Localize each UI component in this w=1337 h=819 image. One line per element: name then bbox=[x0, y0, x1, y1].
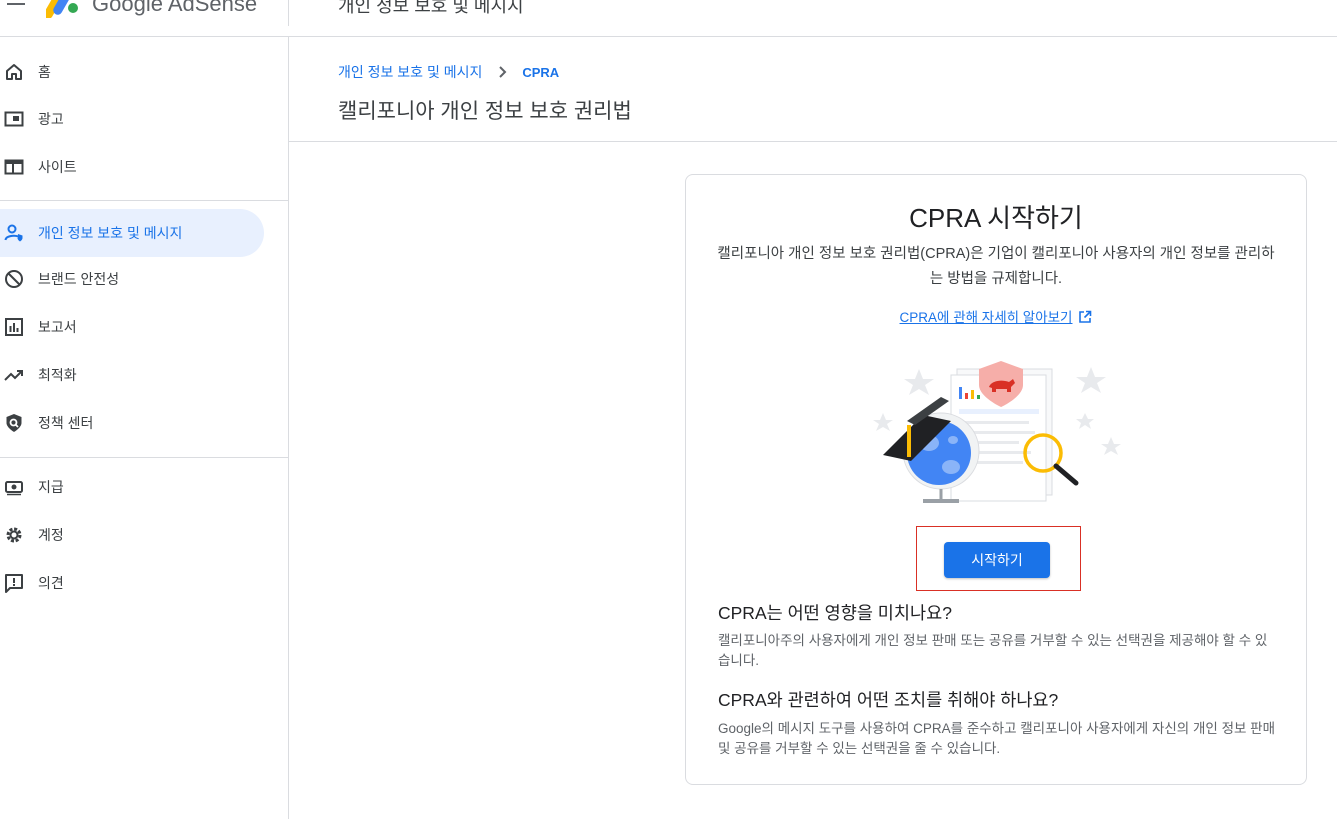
open-in-new-icon bbox=[1078, 310, 1092, 327]
breadcrumb-parent-link[interactable]: 개인 정보 보호 및 메시지 bbox=[338, 62, 482, 82]
sidebar: 홈 광고 사이트 개인 정보 보호 및 메시지 브랜드 안전성 보고서 최적화 … bbox=[0, 37, 289, 819]
learn-more-link-label: CPRA에 관해 자세히 알아보기 bbox=[899, 310, 1073, 325]
sidebar-item-brand-safety[interactable]: 브랜드 안전성 bbox=[0, 255, 264, 303]
faq-question-impact: CPRA는 어떤 영향을 미치나요? bbox=[718, 603, 952, 623]
adsense-logo-icon[interactable] bbox=[43, 0, 80, 19]
block-icon bbox=[4, 269, 24, 289]
sidebar-item-policy-center[interactable]: 정책 센터 bbox=[0, 399, 264, 447]
sidebar-item-feedback[interactable]: 의견 bbox=[0, 559, 264, 607]
ads-icon bbox=[4, 109, 24, 129]
sidebar-item-label: 홈 bbox=[38, 64, 51, 80]
sidebar-item-label: 계정 bbox=[38, 527, 64, 543]
sidebar-item-payments[interactable]: 지급 bbox=[0, 463, 264, 511]
cpra-illustration bbox=[861, 355, 1131, 505]
privacy-messaging-icon bbox=[4, 223, 24, 243]
faq-question-action: CPRA와 관련하여 어떤 조치를 취해야 하나요? bbox=[718, 690, 1059, 710]
sidebar-item-label: 보고서 bbox=[38, 319, 77, 335]
card-description: 캘리포니아 개인 정보 보호 권리법(CPRA)은 기업이 캘리포니아 사용자의… bbox=[717, 246, 1275, 287]
menu-icon[interactable] bbox=[5, 0, 27, 14]
faq-answer-action: Google의 메시지 도구를 사용하여 CPRA를 준수하고 캘리포니아 사용… bbox=[718, 721, 1275, 756]
sidebar-item-sites[interactable]: 사이트 bbox=[0, 143, 264, 191]
sidebar-item-label: 광고 bbox=[38, 111, 64, 127]
faq-answer-impact: 캘리포니아주의 사용자에게 개인 정보 판매 또는 공유를 거부할 수 있는 선… bbox=[718, 633, 1268, 668]
chevron-right-icon bbox=[496, 65, 510, 79]
sidebar-item-account[interactable]: 계정 bbox=[0, 511, 264, 559]
header-divider bbox=[288, 0, 289, 26]
breadcrumb-current: CPRA bbox=[522, 64, 560, 80]
breadcrumb: 개인 정보 보호 및 메시지 CPRA bbox=[338, 62, 559, 82]
cpra-start-card: CPRA 시작하기 캘리포니아 개인 정보 보호 권리법(CPRA)은 기업이 … bbox=[685, 174, 1307, 785]
sidebar-item-label: 최적화 bbox=[38, 367, 77, 383]
sidebar-item-privacy-messaging[interactable]: 개인 정보 보호 및 메시지 bbox=[0, 209, 264, 257]
sites-icon bbox=[4, 157, 24, 177]
reports-icon bbox=[4, 317, 24, 337]
sidebar-item-label: 지급 bbox=[38, 479, 64, 495]
sidebar-item-label: 사이트 bbox=[38, 159, 77, 175]
start-button[interactable]: 시작하기 bbox=[944, 542, 1050, 578]
sidebar-item-reports[interactable]: 보고서 bbox=[0, 303, 264, 351]
gear-icon bbox=[4, 525, 24, 545]
page-title: 캘리포니아 개인 정보 보호 권리법 bbox=[338, 100, 632, 123]
policy-shield-icon bbox=[4, 413, 24, 433]
sidebar-item-label: 의견 bbox=[38, 575, 64, 591]
top-app-bar: Google AdSense 개인 정보 보호 및 메시지 bbox=[0, 0, 1337, 37]
sidebar-item-optimization[interactable]: 최적화 bbox=[0, 351, 264, 399]
sidebar-item-ads[interactable]: 광고 bbox=[0, 95, 264, 143]
sidebar-item-label: 정책 센터 bbox=[38, 415, 94, 431]
card-title: CPRA 시작하기 bbox=[909, 203, 1083, 233]
trending-up-icon bbox=[4, 365, 24, 385]
header-page-title: 개인 정보 보호 및 메시지 bbox=[338, 0, 524, 16]
sidebar-item-label: 개인 정보 보호 및 메시지 bbox=[38, 225, 183, 241]
brand-name: Google AdSense bbox=[92, 0, 258, 16]
home-icon bbox=[4, 62, 24, 82]
sidebar-item-label: 브랜드 안전성 bbox=[38, 271, 120, 287]
header-divider bbox=[289, 141, 1337, 142]
learn-more-link[interactable]: CPRA에 관해 자세히 알아보기 bbox=[686, 306, 1306, 327]
sidebar-divider bbox=[0, 457, 288, 458]
payments-icon bbox=[4, 477, 24, 497]
sidebar-item-home[interactable]: 홈 bbox=[0, 48, 264, 96]
feedback-icon bbox=[4, 573, 24, 593]
sidebar-divider bbox=[0, 200, 288, 201]
